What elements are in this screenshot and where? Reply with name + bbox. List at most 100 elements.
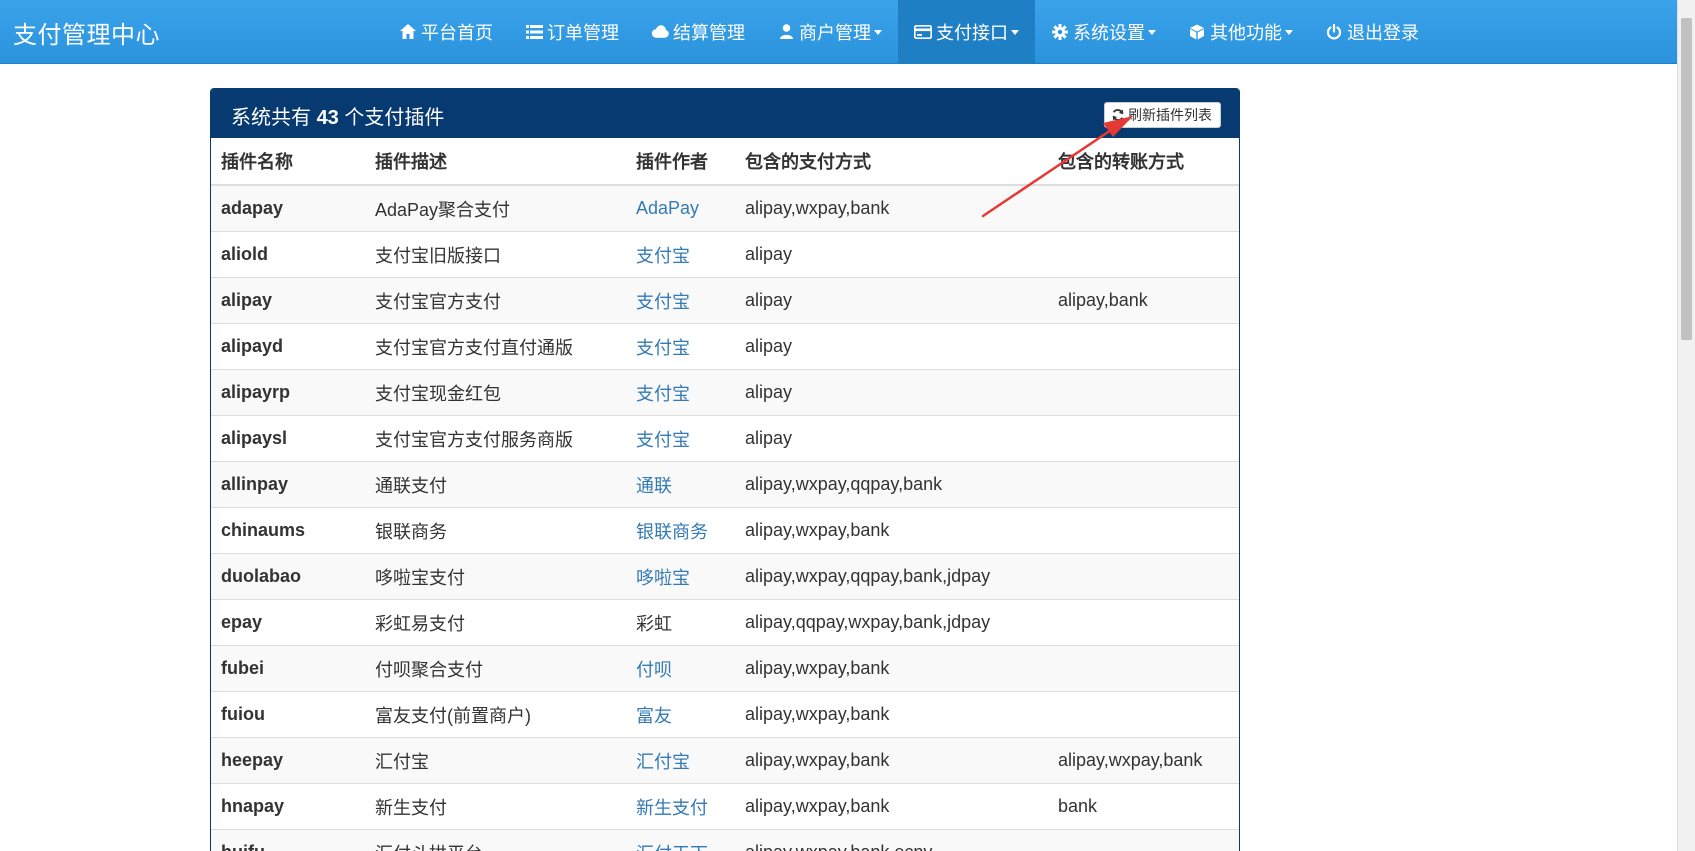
pay-methods: alipay: [735, 369, 1048, 416]
plugin-author[interactable]: 哆啦宝: [636, 568, 690, 588]
nav-item-label: 结算管理: [673, 22, 745, 43]
plugin-desc: AdaPay聚合支付: [365, 184, 626, 232]
refresh-button-label: 刷新插件列表: [1128, 107, 1212, 123]
plugin-author[interactable]: 汇付宝: [636, 752, 690, 772]
plugin-desc: 付呗聚合支付: [365, 645, 626, 692]
transfer-methods: [1048, 231, 1239, 278]
pay-methods: alipay: [735, 277, 1048, 324]
refresh-plugins-button[interactable]: 刷新插件列表: [1104, 102, 1221, 128]
scrollbar-thumb[interactable]: [1681, 18, 1692, 340]
plugin-author-cell: 支付宝: [626, 231, 735, 278]
plugin-author[interactable]: 支付宝: [636, 384, 690, 404]
table-row: duolabao 哆啦宝支付 哆啦宝 alipay,wxpay,qqpay,bank,…: [211, 553, 1239, 600]
table-row: epay 彩虹易支付 彩虹 alipay,qqpay,wxpay,bank,jdpay: [211, 599, 1239, 646]
nav-item-label: 其他功能: [1210, 22, 1282, 43]
plugin-panel: 系统共有 43 个支付插件 刷新插件列表 插件名称 插件描述 插件作者 包含的支…: [210, 88, 1240, 851]
nav-item-5[interactable]: 系统设置: [1035, 0, 1172, 63]
table-row: hnapay 新生支付 新生支付 alipay,wxpay,bank bank: [211, 783, 1239, 830]
header-pay-methods: 包含的支付方式: [735, 138, 1048, 186]
plugin-author-cell: 富友: [626, 691, 735, 738]
caret-down-icon: [1285, 30, 1293, 35]
page: 支付管理中心 平台首页 订单管理 结算管理 商户管理 支付接口 系统设置 其他功能 退出登录 …: [0, 0, 1695, 851]
refresh-icon: [1111, 108, 1125, 122]
plugin-desc: 支付宝官方支付直付通版: [365, 323, 626, 370]
nav-item-label: 退出登录: [1347, 22, 1419, 43]
plugin-table: 插件名称 插件描述 插件作者 包含的支付方式 包含的转账方式 adapay Ada…: [211, 138, 1239, 851]
table-row: fubei 付呗聚合支付 付呗 alipay,wxpay,bank: [211, 645, 1239, 692]
nav-item-6[interactable]: 其他功能: [1172, 0, 1309, 63]
panel-title-prefix: 系统共有: [231, 107, 311, 129]
plugin-author-cell: 支付宝: [626, 323, 735, 370]
table-row: heepay 汇付宝 汇付宝 alipay,wxpay,bank alipay,wxpa…: [211, 737, 1239, 784]
plugin-desc: 支付宝官方支付服务商版: [365, 415, 626, 462]
plugin-desc: 通联支付: [365, 461, 626, 508]
cloud-icon: [651, 23, 669, 41]
plugin-author[interactable]: 支付宝: [636, 246, 690, 266]
pay-methods: alipay,wxpay,bank: [735, 645, 1048, 692]
nav-item-4[interactable]: 支付接口: [898, 0, 1035, 63]
plugin-name: epay: [211, 599, 365, 646]
nav-item-label: 平台首页: [421, 22, 493, 43]
nav-item-0[interactable]: 平台首页: [383, 0, 509, 63]
plugin-author[interactable]: AdaPay: [636, 198, 699, 218]
pay-methods: alipay,wxpay,bank: [735, 737, 1048, 784]
plugin-name: duolabao: [211, 553, 365, 600]
plugin-author[interactable]: 通联: [636, 476, 672, 496]
nav-item-1[interactable]: 订单管理: [509, 0, 635, 63]
plugin-name: heepay: [211, 737, 365, 784]
header-plugin-name: 插件名称: [211, 138, 365, 186]
nav-item-2[interactable]: 结算管理: [635, 0, 761, 63]
header-plugin-desc: 插件描述: [365, 138, 626, 186]
header-plugin-author: 插件作者: [626, 138, 735, 186]
plugin-author-cell: 支付宝: [626, 369, 735, 416]
plugin-name: aliold: [211, 231, 365, 278]
nav-item-label: 支付接口: [936, 22, 1008, 43]
transfer-methods: alipay,bank: [1048, 277, 1239, 324]
vertical-scrollbar[interactable]: [1677, 0, 1695, 851]
transfer-methods: [1048, 184, 1239, 232]
plugin-author[interactable]: 新生支付: [636, 798, 708, 818]
plugin-desc: 哆啦宝支付: [365, 553, 626, 600]
pay-methods: alipay,wxpay,bank: [735, 507, 1048, 554]
plugin-author[interactable]: 富友: [636, 706, 672, 726]
plugin-author[interactable]: 支付宝: [636, 292, 690, 312]
pay-methods: alipay,wxpay,bank: [735, 783, 1048, 830]
plugin-author[interactable]: 银联商务: [636, 522, 708, 542]
nav-item-7[interactable]: 退出登录: [1309, 0, 1435, 63]
plugin-author[interactable]: 支付宝: [636, 338, 690, 358]
plugin-author-cell: 支付宝: [626, 277, 735, 324]
plugin-desc: 支付宝官方支付: [365, 277, 626, 324]
transfer-methods: bank: [1048, 783, 1239, 830]
gear-icon: [1051, 23, 1069, 41]
transfer-methods: [1048, 645, 1239, 692]
header-transfer-methods: 包含的转账方式: [1048, 138, 1239, 186]
plugin-author[interactable]: 支付宝: [636, 430, 690, 450]
plugin-name: alipayd: [211, 323, 365, 370]
plugin-author[interactable]: 汇付天下: [636, 844, 708, 851]
plugin-desc: 支付宝旧版接口: [365, 231, 626, 278]
table-row: allinpay 通联支付 通联 alipay,wxpay,qqpay,bank: [211, 461, 1239, 508]
plugin-desc: 汇付宝: [365, 737, 626, 784]
table-row: alipayd 支付宝官方支付直付通版 支付宝 alipay: [211, 323, 1239, 370]
list-icon: [525, 23, 543, 41]
plugin-name: alipayrp: [211, 369, 365, 416]
caret-down-icon: [1148, 30, 1156, 35]
plugin-author-cell: 银联商务: [626, 507, 735, 554]
pay-methods: alipay,wxpay,qqpay,bank,jdpay: [735, 553, 1048, 600]
plugin-author: 彩虹: [636, 613, 672, 634]
transfer-methods: [1048, 507, 1239, 554]
plugin-author[interactable]: 付呗: [636, 660, 672, 680]
home-icon: [399, 23, 417, 41]
pay-methods: alipay: [735, 415, 1048, 462]
plugin-desc: 新生支付: [365, 783, 626, 830]
pay-methods: alipay,wxpay,bank: [735, 184, 1048, 232]
credit-card-icon: [914, 23, 932, 41]
nav-item-label: 商户管理: [799, 22, 871, 43]
brand-title[interactable]: 支付管理中心: [13, 15, 160, 50]
transfer-methods: [1048, 553, 1239, 600]
nav-item-3[interactable]: 商户管理: [761, 0, 898, 63]
transfer-methods: [1048, 415, 1239, 462]
panel-title: 系统共有 43 个支付插件: [231, 101, 444, 130]
table-row: aliold 支付宝旧版接口 支付宝 alipay: [211, 231, 1239, 278]
power-icon: [1325, 23, 1343, 41]
